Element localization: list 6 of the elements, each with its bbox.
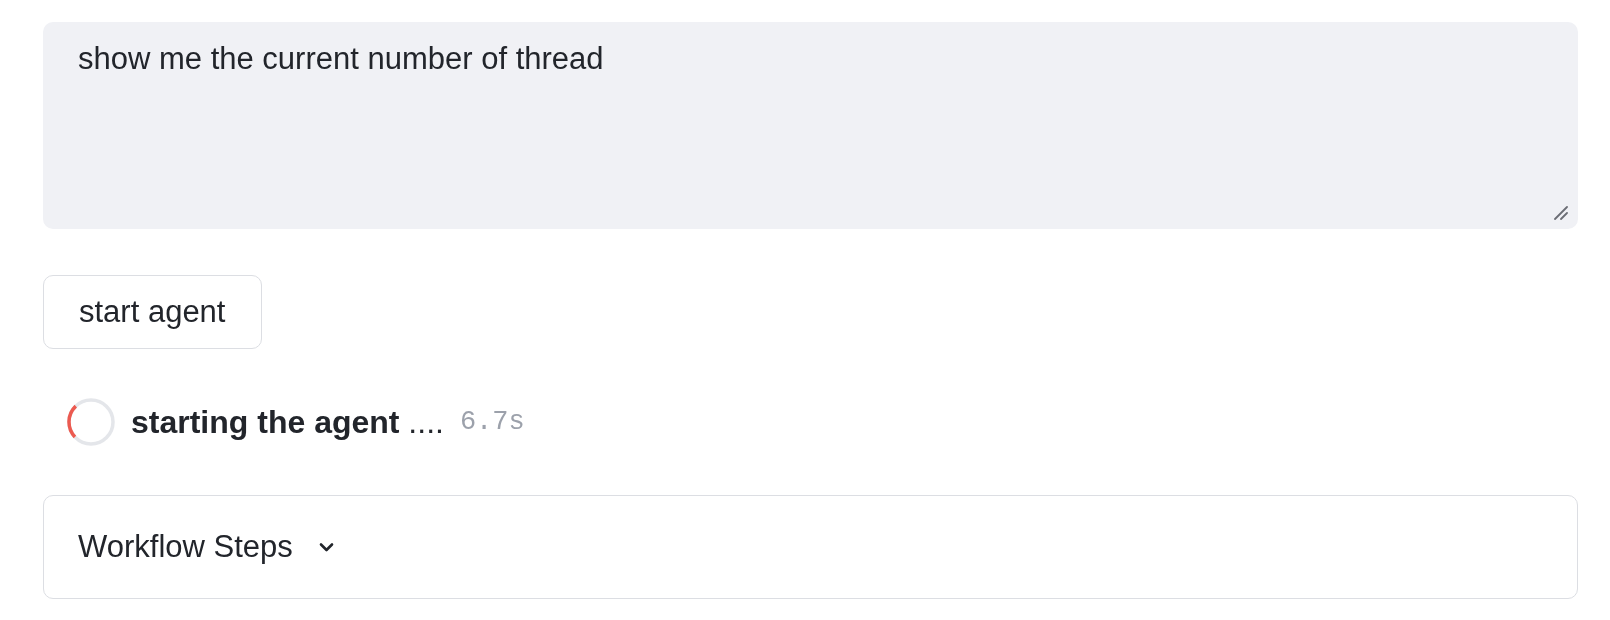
- status-message: starting the agent ....: [131, 403, 444, 441]
- workflow-steps-toggle[interactable]: Workflow Steps: [78, 529, 334, 565]
- elapsed-time: 6.7s: [459, 407, 525, 437]
- resize-handle-icon[interactable]: [1554, 206, 1568, 220]
- start-agent-button[interactable]: start agent: [43, 275, 263, 349]
- prompt-textarea[interactable]: show me the current number of thread: [43, 22, 1578, 229]
